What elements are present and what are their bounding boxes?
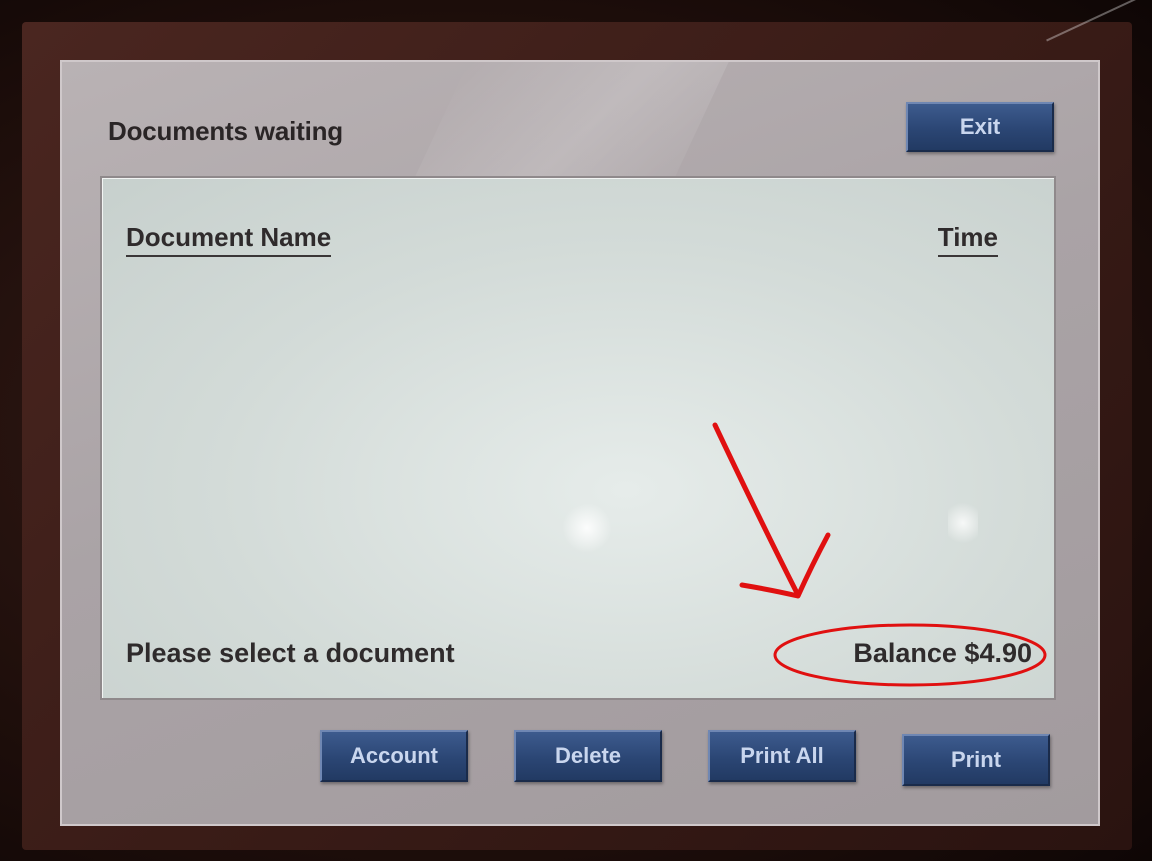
- print-all-button[interactable]: Print All: [708, 730, 856, 782]
- kiosk-screen: Documents waiting Exit Document Name Tim…: [60, 60, 1100, 826]
- document-list-panel: Document Name Time Please select a docum…: [100, 176, 1056, 700]
- print-button[interactable]: Print: [902, 734, 1050, 786]
- delete-button[interactable]: Delete: [514, 730, 662, 782]
- column-header-time[interactable]: Time: [937, 222, 998, 257]
- screen-reflection: [948, 498, 978, 548]
- screen-reflection: [562, 503, 612, 553]
- photo-frame: Documents waiting Exit Document Name Tim…: [0, 0, 1152, 861]
- account-button[interactable]: Account: [320, 730, 468, 782]
- column-header-document-name[interactable]: Document Name: [126, 222, 332, 257]
- page-title: Documents waiting: [108, 116, 343, 146]
- status-message: Please select a document: [126, 638, 455, 668]
- exit-button[interactable]: Exit: [906, 102, 1054, 152]
- balance-display: Balance $4.90: [853, 638, 1032, 668]
